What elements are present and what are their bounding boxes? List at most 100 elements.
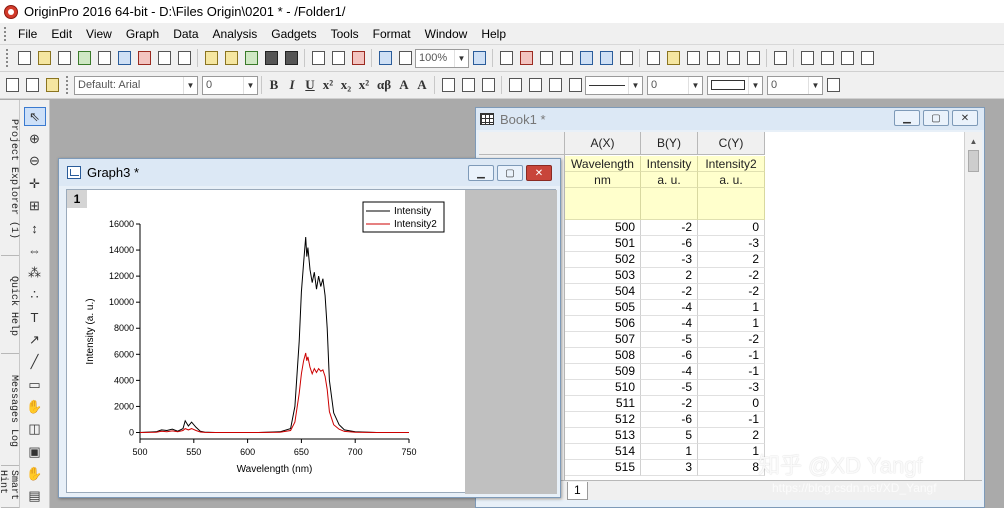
table-cell[interactable]: -6	[641, 348, 698, 364]
long-name-b[interactable]: Intensity	[641, 156, 698, 172]
menu-window[interactable]: Window	[419, 27, 476, 41]
table-cell[interactable]: 3	[641, 460, 698, 476]
table-cell[interactable]: 1	[698, 316, 765, 332]
font-color-icon[interactable]	[459, 76, 477, 94]
table-cell[interactable]: 512	[565, 412, 641, 428]
table-cell[interactable]: -3	[641, 252, 698, 268]
image-tool-icon[interactable]: ▣	[24, 442, 46, 461]
long-name-c[interactable]: Intensity2	[698, 156, 765, 172]
toolbar-grip[interactable]	[66, 76, 70, 94]
screen-reader-icon[interactable]: ⊞	[24, 196, 46, 215]
superscript-subscript-button[interactable]: x²	[355, 77, 373, 93]
bold-button[interactable]: B	[265, 77, 283, 93]
open-excel-icon[interactable]	[242, 49, 260, 67]
menu-help[interactable]: Help	[475, 27, 514, 41]
notes-icon[interactable]	[724, 49, 742, 67]
table-cell[interactable]: 513	[565, 428, 641, 444]
table-cell[interactable]: 8	[698, 460, 765, 476]
data-reader-icon[interactable]: ✛	[24, 174, 46, 193]
new-workbook-icon[interactable]	[55, 49, 73, 67]
font-name-select[interactable]: Default: Arial ▼	[74, 75, 198, 95]
import-wizard-icon[interactable]	[349, 49, 367, 67]
custom-hand-icon[interactable]: ✋	[24, 464, 46, 483]
new-function-icon[interactable]	[135, 49, 153, 67]
project-explorer-icon[interactable]	[617, 49, 635, 67]
settings-gear-icon[interactable]	[744, 49, 762, 67]
greek-button[interactable]: αβ	[373, 77, 395, 93]
tab-quick-help[interactable]: Quick Help	[1, 256, 19, 354]
add-column-icon[interactable]	[771, 49, 789, 67]
tab-messages-log[interactable]: Messages Log	[1, 354, 19, 466]
text-tool-icon[interactable]: T	[24, 308, 46, 327]
minimize-button[interactable]: ▁	[894, 110, 920, 126]
column-header-b[interactable]: B(Y)	[641, 132, 698, 155]
menu-edit[interactable]: Edit	[45, 27, 80, 41]
table-cell[interactable]: -2	[698, 268, 765, 284]
table-cell[interactable]: -2	[698, 284, 765, 300]
table-cell[interactable]: -6	[641, 412, 698, 428]
open-icon[interactable]	[202, 49, 220, 67]
menu-view[interactable]: View	[80, 27, 120, 41]
rectangle-tool-icon[interactable]: ▭	[24, 375, 46, 394]
table-cell[interactable]: 507	[565, 332, 641, 348]
pattern-fill-icon[interactable]	[824, 76, 842, 94]
line-color-icon[interactable]	[546, 76, 564, 94]
column-header-a[interactable]: A(X)	[565, 132, 641, 155]
table-cell[interactable]: 0	[698, 396, 765, 412]
font-size-select[interactable]: 0 ▼	[202, 75, 258, 95]
toolbar-grip[interactable]	[6, 49, 10, 67]
line-tool-icon[interactable]: ╱	[24, 353, 46, 372]
zoom-out-icon[interactable]: ⊖	[24, 152, 46, 171]
menu-graph[interactable]: Graph	[120, 27, 167, 41]
menu-analysis[interactable]: Analysis	[207, 27, 266, 41]
recalculate-icon[interactable]	[376, 49, 394, 67]
graph3-window[interactable]: Graph3 * ▁ ▢ ✕ 500 550 600 650 700 750 0 2000 40…	[58, 158, 561, 498]
sum-icon[interactable]	[798, 49, 816, 67]
left-align-icon[interactable]	[439, 76, 457, 94]
new-layout-icon[interactable]	[155, 49, 173, 67]
table-cell[interactable]: -2	[641, 396, 698, 412]
vertical-scrollbar[interactable]: ▲	[964, 132, 982, 480]
brightness-icon[interactable]	[566, 76, 584, 94]
set-values-icon[interactable]	[858, 49, 876, 67]
border-width-select[interactable]: 0 ▼	[767, 75, 823, 95]
region-of-interest-icon[interactable]: ◫	[24, 420, 46, 439]
book1-titlebar[interactable]: Book1 * ▁ ▢ ✕	[476, 108, 984, 130]
copy-icon[interactable]	[23, 76, 41, 94]
new-notes-icon[interactable]	[175, 49, 193, 67]
import-single-icon[interactable]	[309, 49, 327, 67]
scale-icon[interactable]: ↕	[24, 219, 46, 238]
table-cell[interactable]: 508	[565, 348, 641, 364]
table-cell[interactable]: 2	[641, 268, 698, 284]
table-cell[interactable]: -3	[698, 380, 765, 396]
layer-indicator[interactable]: 1	[67, 190, 87, 208]
table-cell[interactable]: 500	[565, 220, 641, 236]
copy-page-icon[interactable]	[517, 49, 535, 67]
decrease-font-button[interactable]: A	[413, 77, 431, 93]
table-cell[interactable]: -2	[641, 284, 698, 300]
table-cell[interactable]: 510	[565, 380, 641, 396]
table-cell[interactable]: 2	[698, 252, 765, 268]
menu-file[interactable]: File	[12, 27, 45, 41]
command-window-icon[interactable]	[597, 49, 615, 67]
sum-rows-icon[interactable]	[818, 49, 836, 67]
table-cell[interactable]: 515	[565, 460, 641, 476]
results-log-icon[interactable]	[557, 49, 575, 67]
table-cell[interactable]: 5	[641, 428, 698, 444]
code-builder-icon[interactable]	[577, 49, 595, 67]
text-color-icon[interactable]	[479, 76, 497, 94]
table-cell[interactable]: 502	[565, 252, 641, 268]
table-cell[interactable]: 1	[641, 444, 698, 460]
new-project-icon[interactable]	[15, 49, 33, 67]
sheet-tab-1[interactable]: 1	[567, 481, 588, 500]
hand-pan-icon[interactable]: ✋	[24, 397, 46, 416]
border-style-select[interactable]: ▼	[707, 75, 763, 95]
find-files-icon[interactable]	[684, 49, 702, 67]
table-cell[interactable]: -5	[641, 332, 698, 348]
close-button[interactable]: ✕	[526, 165, 552, 181]
line-style-select[interactable]: ▼	[585, 75, 643, 95]
italic-button[interactable]: I	[283, 77, 301, 93]
table-cell[interactable]: 509	[565, 364, 641, 380]
comments-c[interactable]	[698, 188, 765, 220]
subscript-button[interactable]: x₂	[337, 77, 355, 93]
